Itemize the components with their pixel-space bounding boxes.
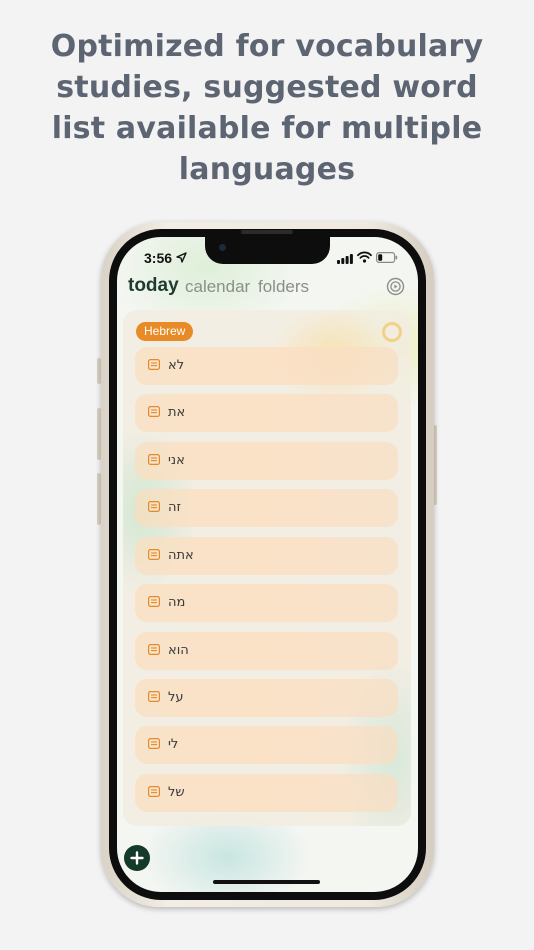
wifi-icon	[357, 251, 372, 263]
note-icon	[148, 786, 160, 797]
note-icon	[148, 406, 160, 417]
headline-line: languages	[178, 152, 356, 187]
promo-headline: Optimized for vocabulary studies, sugges…	[0, 26, 534, 190]
cellular-signal-icon	[337, 254, 353, 264]
focus-mode-icon[interactable]	[386, 277, 405, 296]
list-item[interactable]: זה	[135, 489, 398, 527]
note-icon	[148, 691, 160, 702]
note-icon	[148, 549, 160, 560]
note-icon	[148, 644, 160, 655]
word-label: מה	[168, 595, 186, 610]
word-label: זה	[168, 500, 181, 515]
note-icon	[148, 738, 160, 749]
word-label: לי	[168, 737, 179, 752]
plus-icon	[130, 851, 144, 865]
list-item[interactable]: מה	[135, 584, 398, 622]
camera-icon	[219, 244, 226, 251]
word-label: של	[168, 785, 185, 800]
note-icon	[148, 596, 160, 607]
note-icon	[148, 454, 160, 465]
list-item[interactable]: הוא	[135, 632, 398, 670]
location-arrow-icon	[176, 252, 187, 263]
list-item[interactable]: לא	[135, 347, 398, 385]
speaker	[241, 230, 293, 234]
word-label: את	[168, 405, 186, 420]
word-label: על	[168, 690, 184, 705]
list-item[interactable]: את	[135, 394, 398, 432]
list-item[interactable]: אני	[135, 442, 398, 480]
tab-folders[interactable]: folders	[258, 277, 309, 297]
tab-today[interactable]: today	[128, 275, 179, 297]
word-label: לא	[168, 358, 185, 373]
battery-icon	[376, 252, 398, 263]
list-item[interactable]: לי	[135, 726, 398, 764]
list-item[interactable]: אתה	[135, 537, 398, 575]
word-label: הוא	[168, 643, 189, 658]
note-icon	[148, 359, 160, 370]
list-item[interactable]: על	[135, 679, 398, 717]
headline-line: Optimized for vocabulary	[50, 29, 484, 64]
add-button[interactable]	[124, 845, 150, 871]
list-item[interactable]: של	[135, 774, 398, 812]
word-label: אני	[168, 453, 185, 468]
word-label: אתה	[168, 548, 194, 563]
home-indicator[interactable]	[213, 880, 320, 884]
headline-line: list available for multiple	[51, 111, 483, 146]
headline-line: studies, suggested word	[56, 70, 478, 105]
language-badge[interactable]: Hebrew	[136, 322, 194, 341]
note-icon	[148, 501, 160, 512]
status-time: 3:56	[144, 250, 173, 266]
tab-calendar[interactable]: calendar	[185, 277, 250, 297]
group-completion-circle[interactable]	[382, 322, 402, 342]
